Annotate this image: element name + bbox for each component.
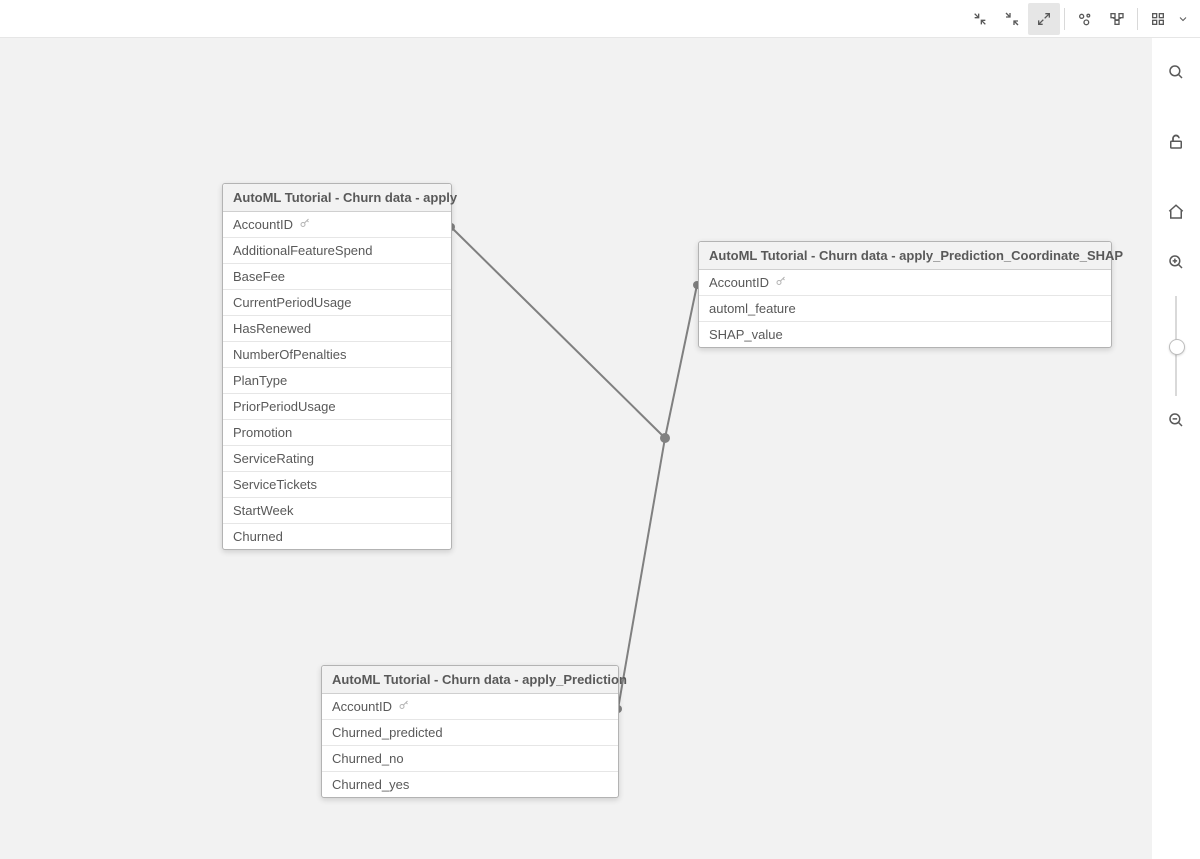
field-row[interactable]: AdditionalFeatureSpend [223,238,451,264]
field-name: NumberOfPenalties [233,347,346,362]
grid-icon[interactable] [1142,3,1174,35]
field-row[interactable]: AccountID [699,270,1111,296]
field-name: AdditionalFeatureSpend [233,243,373,258]
field-row[interactable]: Churned [223,524,451,549]
toolbar-separator [1137,8,1138,30]
top-toolbar [0,0,1200,38]
field-row[interactable]: PlanType [223,368,451,394]
table-card[interactable]: AutoML Tutorial - Churn data - apply Acco… [222,183,452,550]
zoom-slider[interactable] [1175,296,1177,396]
field-row[interactable]: Promotion [223,420,451,446]
collapse-icon[interactable] [964,3,996,35]
field-name: BaseFee [233,269,285,284]
table-title[interactable]: AutoML Tutorial - Churn data - apply [223,184,451,212]
expand-icon[interactable] [1028,3,1060,35]
chevron-down-icon[interactable] [1174,13,1192,25]
field-row[interactable]: NumberOfPenalties [223,342,451,368]
field-name: ServiceTickets [233,477,317,492]
field-row[interactable]: StartWeek [223,498,451,524]
table-card[interactable]: AutoML Tutorial - Churn data - apply_Pre… [321,665,619,798]
table-title[interactable]: AutoML Tutorial - Churn data - apply_Pre… [322,666,618,694]
field-row[interactable]: BaseFee [223,264,451,290]
bubbles-icon[interactable] [1069,3,1101,35]
field-name: PriorPeriodUsage [233,399,336,414]
key-icon [775,275,787,290]
data-model-canvas[interactable]: AutoML Tutorial - Churn data - apply Acco… [0,38,1152,859]
shrink-icon[interactable] [996,3,1028,35]
field-row[interactable]: ServiceTickets [223,472,451,498]
layout-icon[interactable] [1101,3,1133,35]
zoom-in-icon[interactable] [1158,244,1194,280]
field-name: ServiceRating [233,451,314,466]
field-name: StartWeek [233,503,293,518]
field-row[interactable]: Churned_no [322,746,618,772]
toolbar-separator [1064,8,1065,30]
field-row[interactable]: AccountID [322,694,618,720]
field-name: AccountID [332,699,392,714]
field-name: Promotion [233,425,292,440]
field-name: CurrentPeriodUsage [233,295,352,310]
field-name: PlanType [233,373,287,388]
zoom-out-icon[interactable] [1158,402,1194,438]
home-icon[interactable] [1158,194,1194,230]
field-row[interactable]: PriorPeriodUsage [223,394,451,420]
field-name: Churned_predicted [332,725,443,740]
field-row[interactable]: CurrentPeriodUsage [223,290,451,316]
field-name: Churned_no [332,751,404,766]
field-row[interactable]: automl_feature [699,296,1111,322]
right-rail [1152,38,1200,859]
zoom-slider-thumb[interactable] [1169,339,1185,355]
field-name: AccountID [233,217,293,232]
table-card[interactable]: AutoML Tutorial - Churn data - apply_Pre… [698,241,1112,348]
field-row[interactable]: ServiceRating [223,446,451,472]
key-icon [398,699,410,714]
field-row[interactable]: Churned_yes [322,772,618,797]
field-row[interactable]: AccountID [223,212,451,238]
field-row[interactable]: Churned_predicted [322,720,618,746]
field-name: Churned_yes [332,777,409,792]
table-title[interactable]: AutoML Tutorial - Churn data - apply_Pre… [699,242,1111,270]
field-name: automl_feature [709,301,796,316]
search-icon[interactable] [1158,54,1194,90]
field-name: HasRenewed [233,321,311,336]
field-row[interactable]: SHAP_value [699,322,1111,347]
key-icon [299,217,311,232]
field-name: Churned [233,529,283,544]
lock-open-icon[interactable] [1158,124,1194,160]
field-name: SHAP_value [709,327,783,342]
field-name: AccountID [709,275,769,290]
field-row[interactable]: HasRenewed [223,316,451,342]
